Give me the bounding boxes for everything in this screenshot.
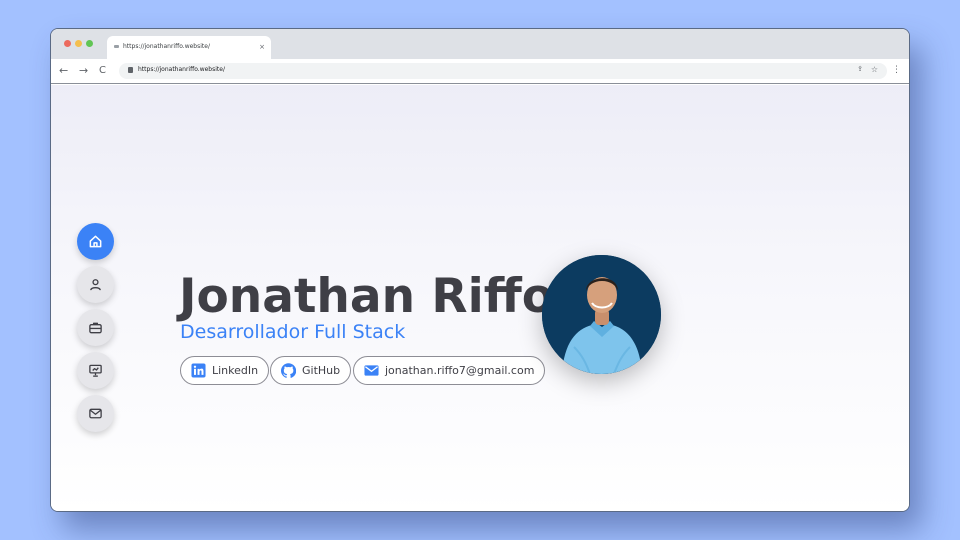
github-icon: [281, 363, 296, 378]
mail-icon: [89, 408, 102, 419]
browser-menu-icon[interactable]: ⋮: [892, 65, 901, 75]
reload-icon[interactable]: C: [99, 64, 106, 78]
browser-tab[interactable]: https://jonathanriffo.website/ ×: [107, 36, 271, 59]
tab-bar: https://jonathanriffo.website/ ×: [51, 29, 909, 59]
page-viewport: Jonathan Riffo Desarrollador Full Stack …: [51, 85, 909, 511]
back-icon[interactable]: ←: [59, 64, 68, 78]
close-window-button[interactable]: [64, 40, 71, 47]
favicon-icon: [114, 45, 119, 48]
nav-projects-button[interactable]: [77, 352, 114, 389]
github-label: GitHub: [302, 364, 341, 377]
forward-icon[interactable]: →: [79, 64, 88, 78]
home-icon: [89, 235, 102, 248]
bookmark-star-icon[interactable]: ☆: [871, 65, 878, 74]
hero-name: Jonathan Riffo: [179, 269, 555, 324]
linkedin-label: LinkedIn: [212, 364, 259, 377]
mail-icon: [364, 365, 379, 376]
address-bar[interactable]: https://jonathanriffo.website/ ⇪ ☆: [119, 63, 887, 79]
user-icon: [90, 279, 101, 291]
linkedin-icon: [191, 363, 206, 378]
profile-photo-illustration: [542, 255, 661, 374]
hero-role: Desarrollador Full Stack: [180, 321, 406, 343]
linkedin-link[interactable]: LinkedIn: [180, 356, 270, 385]
browser-window: https://jonathanriffo.website/ × ← → C h…: [50, 28, 910, 512]
lock-icon: [128, 67, 133, 73]
share-icon[interactable]: ⇪: [857, 65, 863, 73]
nav-contact-button[interactable]: [77, 395, 114, 432]
address-url[interactable]: https://jonathanriffo.website/: [138, 66, 225, 73]
maximize-window-button[interactable]: [86, 40, 93, 47]
nav-home-button[interactable]: [77, 223, 114, 260]
browser-toolbar: ← → C https://jonathanriffo.website/ ⇪ ☆…: [51, 59, 909, 84]
nav-experience-button[interactable]: [77, 309, 114, 346]
email-link[interactable]: jonathan.riffo7@gmail.com: [353, 356, 546, 385]
nav-about-button[interactable]: [77, 266, 114, 303]
briefcase-icon: [89, 322, 102, 334]
presentation-icon: [89, 364, 102, 377]
github-link[interactable]: GitHub: [270, 356, 352, 385]
profile-photo: [542, 255, 661, 374]
tab-close-icon[interactable]: ×: [259, 43, 265, 51]
minimize-window-button[interactable]: [75, 40, 82, 47]
tab-title: https://jonathanriffo.website/: [123, 43, 210, 50]
email-label: jonathan.riffo7@gmail.com: [385, 364, 535, 377]
